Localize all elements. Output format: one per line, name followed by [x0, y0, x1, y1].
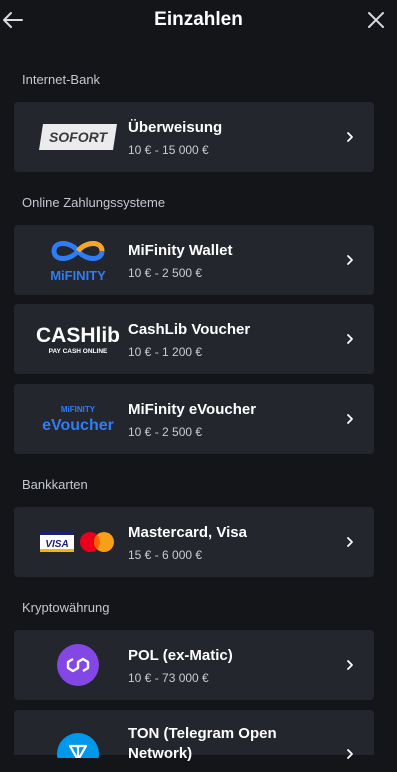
sofort-logo: SOFORT	[30, 112, 126, 162]
section-label-internet-bank: Internet-Bank	[22, 72, 101, 87]
polygon-logo	[30, 640, 126, 690]
payment-method-mastercard-visa[interactable]: VISA Mastercard, Visa 15 € - 6 000 €	[14, 507, 374, 577]
header: Einzahlen	[0, 0, 397, 40]
mifinity-logo: MiFINITY	[30, 235, 126, 285]
svg-text:eVoucher: eVoucher	[42, 417, 114, 434]
section-label-online-payment: Online Zahlungssysteme	[22, 195, 166, 210]
chevron-right-icon	[347, 414, 353, 424]
method-name: TON (Telegram Open Network)	[128, 725, 277, 762]
ton-logo	[30, 732, 126, 772]
method-name: Mastercard, Visa	[128, 524, 247, 541]
chevron-right-icon	[347, 749, 353, 759]
card-logos: VISA	[30, 517, 126, 567]
method-range: 15 € - 6 000 €	[128, 548, 203, 562]
method-range: 10 € - 2 500 €	[128, 266, 203, 280]
method-name: MiFinity eVoucher	[128, 401, 257, 418]
method-name: CashLib Voucher	[128, 321, 251, 338]
payment-method-ton[interactable]: TON (Telegram Open Network)	[14, 710, 374, 762]
svg-text:SOFORT: SOFORT	[49, 129, 109, 145]
chevron-right-icon	[347, 132, 353, 142]
method-range: 10 € - 2 500 €	[128, 425, 203, 439]
svg-text:MiFINITY: MiFINITY	[50, 268, 106, 283]
method-name: POL (ex-Matic)	[128, 647, 233, 664]
payment-method-mifinity-evoucher[interactable]: MiFINITY eVoucher MiFinity eVoucher 10 €…	[14, 384, 374, 454]
mifinity-evoucher-logo: MiFINITY eVoucher	[30, 394, 126, 444]
svg-text:VISA: VISA	[45, 539, 68, 550]
method-name: MiFinity Wallet	[128, 242, 233, 259]
cashlib-logo: CASHlib PAY CASH ONLINE	[30, 314, 126, 364]
section-label-crypto: Kryptowährung	[22, 600, 110, 615]
payment-method-mifinity-wallet[interactable]: MiFINITY MiFinity Wallet 10 € - 2 500 €	[14, 225, 374, 295]
section-label-bank-cards: Bankkarten	[22, 477, 88, 492]
payment-method-cashlib[interactable]: CASHlib PAY CASH ONLINE CashLib Voucher …	[14, 304, 374, 374]
method-range: 10 € - 1 200 €	[128, 345, 203, 359]
svg-text:CASHlib: CASHlib	[36, 324, 120, 347]
method-name: Überweisung	[128, 119, 223, 136]
method-range: 10 € - 15 000 €	[128, 143, 209, 157]
payment-method-pol[interactable]: POL (ex-Matic) 10 € - 73 000 €	[14, 630, 374, 700]
chevron-right-icon	[347, 255, 353, 265]
chevron-right-icon	[347, 660, 353, 670]
svg-text:PAY CASH ONLINE: PAY CASH ONLINE	[49, 348, 108, 355]
chevron-right-icon	[347, 537, 353, 547]
svg-text:MiFINITY: MiFINITY	[61, 405, 96, 414]
method-range: 10 € - 73 000 €	[128, 671, 209, 685]
chevron-right-icon	[347, 334, 353, 344]
close-icon[interactable]	[367, 11, 385, 29]
payment-method-sofort[interactable]: SOFORT Überweisung 10 € - 15 000 €	[14, 102, 374, 172]
page-title: Einzahlen	[154, 9, 243, 30]
